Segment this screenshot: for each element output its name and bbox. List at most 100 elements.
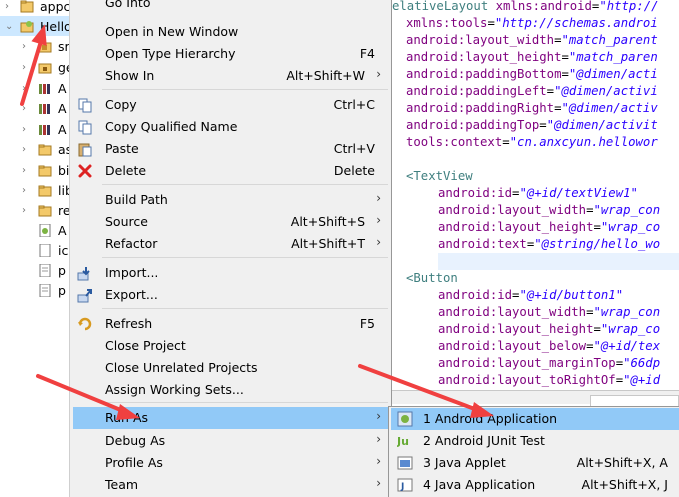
tree-item-3[interactable]: › ge <box>0 57 74 77</box>
chevron-down-icon[interactable]: ⌄ <box>5 21 13 32</box>
menu-separator <box>102 402 388 403</box>
menu-item-source[interactable]: Source Alt+Shift+S › <box>73 211 389 233</box>
menu-item-label: Close Project <box>105 338 186 353</box>
chevron-right-icon: › <box>376 409 381 423</box>
menu-item-assign-working-sets[interactable]: Assign Working Sets... <box>73 379 389 401</box>
refresh-icon <box>77 316 93 332</box>
tree-item-11[interactable]: A <box>0 220 72 240</box>
tree-item-2[interactable]: › sr <box>0 36 72 56</box>
code-token: android:paddingRight <box>406 101 555 115</box>
menu-item-open-in-new-window[interactable]: Open in New Window <box>73 21 389 43</box>
code-token: = <box>593 220 601 234</box>
code-token: "@dimen/activ <box>561 101 658 115</box>
menu-item-copy-qualified-name[interactable]: Copy Qualified Name <box>73 116 389 138</box>
chevron-right-icon[interactable]: › <box>22 62 26 73</box>
tree-item-5[interactable]: › A <box>0 98 72 118</box>
code-token: "@+id <box>623 373 661 387</box>
chevron-right-icon[interactable]: › <box>22 185 26 196</box>
menu-item-label: Open in New Window <box>105 24 239 39</box>
chevron-right-icon[interactable]: › <box>22 103 26 114</box>
menu-item-copy[interactable]: Copy Ctrl+C <box>73 94 389 116</box>
code-line: android:layout_height="match_paren <box>406 49 658 66</box>
code-token: "@+id/textView1" <box>519 186 638 200</box>
library-icon <box>38 102 52 115</box>
menu-separator <box>102 89 388 90</box>
submenu-item-4-java-application[interactable]: J 4 Java Application Alt+Shift+X, J <box>391 474 679 496</box>
menu-item-shortcut: Alt+Shift+S <box>290 214 365 229</box>
tree-item-9[interactable]: › lib <box>0 180 73 200</box>
menu-item-shortcut: F4 <box>359 46 375 61</box>
code-token: = <box>546 84 555 98</box>
menu-item-paste[interactable]: Paste Ctrl+V <box>73 138 389 160</box>
code-token: xmlns:android <box>495 0 592 13</box>
tree-item-4[interactable]: › A <box>0 78 72 98</box>
menu-item-refresh[interactable]: Refresh F5 <box>73 313 389 335</box>
code-token: = <box>561 50 569 64</box>
tree-item-12[interactable]: ic <box>0 240 72 260</box>
chevron-right-icon[interactable]: › <box>22 165 26 176</box>
menu-item-open-type-hierarchy[interactable]: Open Type Hierarchy F4 <box>73 43 389 65</box>
menu-item-delete[interactable]: Delete Delete <box>73 160 389 182</box>
tree-item-14[interactable]: p <box>0 280 72 300</box>
submenu-item-1-android-application[interactable]: 1 Android Application <box>391 408 679 430</box>
code-token: = <box>615 373 624 387</box>
submenu-item-2-android-junit-test[interactable]: Ju 2 Android JUnit Test <box>391 430 679 452</box>
code-token: android:layout_below <box>438 339 587 353</box>
submenu-item-label: 3 Java Applet <box>423 455 506 470</box>
menu-item-label: Copy <box>105 97 137 112</box>
tree-item-8[interactable]: › bi <box>0 160 72 180</box>
code-line: tools:context="cn.anxcyun.hellowor <box>406 134 658 151</box>
menu-separator <box>102 308 388 309</box>
library-icon <box>38 82 52 95</box>
menu-item-go-into[interactable]: Go Into <box>73 0 389 14</box>
gen-folder-icon <box>38 61 52 74</box>
menu-item-run-as[interactable]: Run As › <box>73 407 389 429</box>
menu-item-close-unrelated-projects[interactable]: Close Unrelated Projects <box>73 357 389 379</box>
menu-item-refactor[interactable]: Refactor Alt+Shift+T › <box>73 233 389 255</box>
menu-item-show-in[interactable]: Show In Alt+Shift+W › <box>73 65 389 87</box>
code-token: android:id <box>438 186 513 200</box>
context-menu: Go Into Open in New Window Open Type Hiera… <box>69 0 392 497</box>
tree-item-label: sr <box>58 38 70 54</box>
menu-item-label: Copy Qualified Name <box>105 119 238 134</box>
chevron-right-icon[interactable]: › <box>22 205 26 216</box>
code-line: android:paddingRight="@dimen/activ <box>406 100 658 117</box>
chevron-right-icon[interactable]: › <box>5 1 9 12</box>
chevron-right-icon[interactable]: › <box>22 41 26 52</box>
code-token: "66dp <box>623 356 661 370</box>
menu-item-import[interactable]: Import... <box>73 262 389 284</box>
copy-icon <box>77 119 93 135</box>
chevron-right-icon[interactable]: › <box>22 124 26 135</box>
menu-item-debug-as[interactable]: Debug As › <box>73 430 389 452</box>
menu-item-export[interactable]: Export... <box>73 284 389 306</box>
chevron-right-icon[interactable]: › <box>22 83 26 94</box>
menu-item-shortcut: Alt+Shift+W <box>286 68 365 83</box>
code-token: = <box>615 356 624 370</box>
menu-item-label: Paste <box>105 141 139 156</box>
project-icon <box>20 0 34 13</box>
code-token: android:layout_toRightOf <box>438 373 616 387</box>
code-token: "@dimen/activit <box>546 118 658 132</box>
menu-item-label: Refresh <box>105 316 153 331</box>
menu-item-team[interactable]: Team › <box>73 474 389 496</box>
code-line: android:text="@string/hello_wo <box>438 236 660 253</box>
tree-item-7[interactable]: › as <box>0 139 72 159</box>
chevron-right-icon: › <box>376 432 381 446</box>
menu-item-profile-as[interactable]: Profile As › <box>73 452 389 474</box>
tree-item-0[interactable]: › appc <box>0 0 72 16</box>
tree-item-13[interactable]: p <box>0 260 72 280</box>
tree-item-10[interactable]: › re <box>0 200 72 220</box>
code-token: "wrap_co <box>600 322 661 336</box>
menu-item-build-path[interactable]: Build Path › <box>73 189 389 211</box>
tree-item-label: ic <box>58 242 69 258</box>
xml-editor[interactable]: elativeLayout xmlns:android="http://xmln… <box>392 0 679 390</box>
chevron-right-icon[interactable]: › <box>22 144 26 155</box>
tree-item-6[interactable]: › A <box>0 119 72 139</box>
code-token: "wrap_con <box>593 305 661 319</box>
menu-item-close-project[interactable]: Close Project <box>73 335 389 357</box>
tree-item-1[interactable]: ⌄ Hello <box>0 16 72 36</box>
submenu-item-3-java-applet[interactable]: 3 Java Applet Alt+Shift+X, A <box>391 452 679 474</box>
code-token: "cn.anxcyun.hellowor <box>509 135 658 149</box>
code-line: android:layout_below="@+id/tex <box>438 338 660 355</box>
menu-item-label: Delete <box>105 163 147 178</box>
